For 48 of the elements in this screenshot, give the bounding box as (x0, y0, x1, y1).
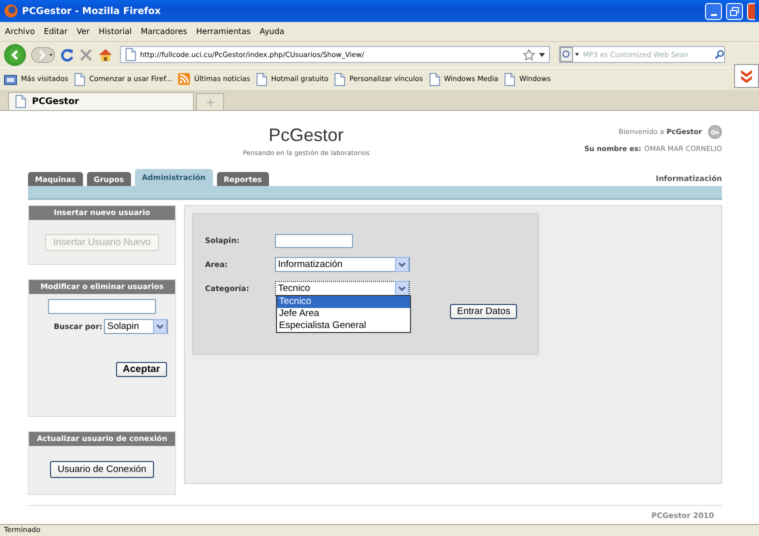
menu-item[interactable]: Archivo (5, 27, 35, 36)
menu-item[interactable]: Editar (44, 27, 68, 36)
restore-button[interactable] (726, 2, 743, 20)
search-field[interactable] (48, 299, 156, 314)
star-icon[interactable] (523, 48, 535, 60)
menu-item[interactable]: Herramientas (196, 27, 251, 36)
select-field[interactable]: Tecnico (275, 281, 410, 296)
search-by-select[interactable]: Solapin (104, 319, 168, 334)
page-icon (334, 72, 346, 86)
page-icon (74, 72, 86, 86)
feed-icon (178, 73, 190, 85)
folder-icon (4, 73, 17, 85)
close-button[interactable] (747, 2, 755, 20)
download-chevron-icon[interactable] (740, 68, 753, 84)
select-field[interactable]: Informatización (275, 257, 410, 272)
firefox-logo-icon (4, 4, 18, 18)
dropdown-option[interactable]: Jefe Area (277, 308, 410, 320)
page-icon (428, 72, 440, 86)
home-icon[interactable] (98, 48, 113, 62)
caret-icon[interactable] (539, 52, 545, 56)
action-button[interactable]: Aceptar (116, 362, 167, 377)
page-icon (125, 48, 136, 61)
search-icon[interactable] (715, 50, 724, 59)
restore-icon (730, 6, 739, 16)
text-field[interactable] (275, 234, 353, 248)
dropdown-option[interactable]: Especialista General (277, 320, 410, 332)
stop-icon[interactable] (79, 48, 93, 62)
minimize-icon (710, 14, 716, 16)
back-button[interactable] (4, 44, 26, 66)
logout-button[interactable] (708, 125, 722, 139)
dropdown-option[interactable]: Tecnico (277, 296, 410, 308)
page-icon (256, 72, 268, 86)
browser-tab[interactable]: PCGestor (8, 92, 194, 110)
minimize-button[interactable] (705, 2, 722, 20)
window-title: PCGestor - Mozilla Firefox (22, 6, 162, 16)
submit-button[interactable]: Entrar Datos (450, 304, 518, 319)
action-button[interactable]: Usuario de Conexión (50, 461, 154, 478)
page-icon (504, 72, 516, 86)
menu-item[interactable]: Marcadores (140, 27, 188, 36)
menu-item[interactable]: Historial (98, 27, 132, 36)
app-title: PcGestor (268, 125, 344, 145)
reload-icon[interactable] (60, 48, 74, 62)
menu-item[interactable]: Ayuda (260, 27, 284, 36)
key-icon (711, 130, 719, 134)
page-icon (15, 95, 26, 108)
forward-button[interactable] (31, 46, 55, 62)
menu-item[interactable]: Ver (76, 27, 90, 36)
search-engine-icon[interactable] (560, 47, 580, 62)
